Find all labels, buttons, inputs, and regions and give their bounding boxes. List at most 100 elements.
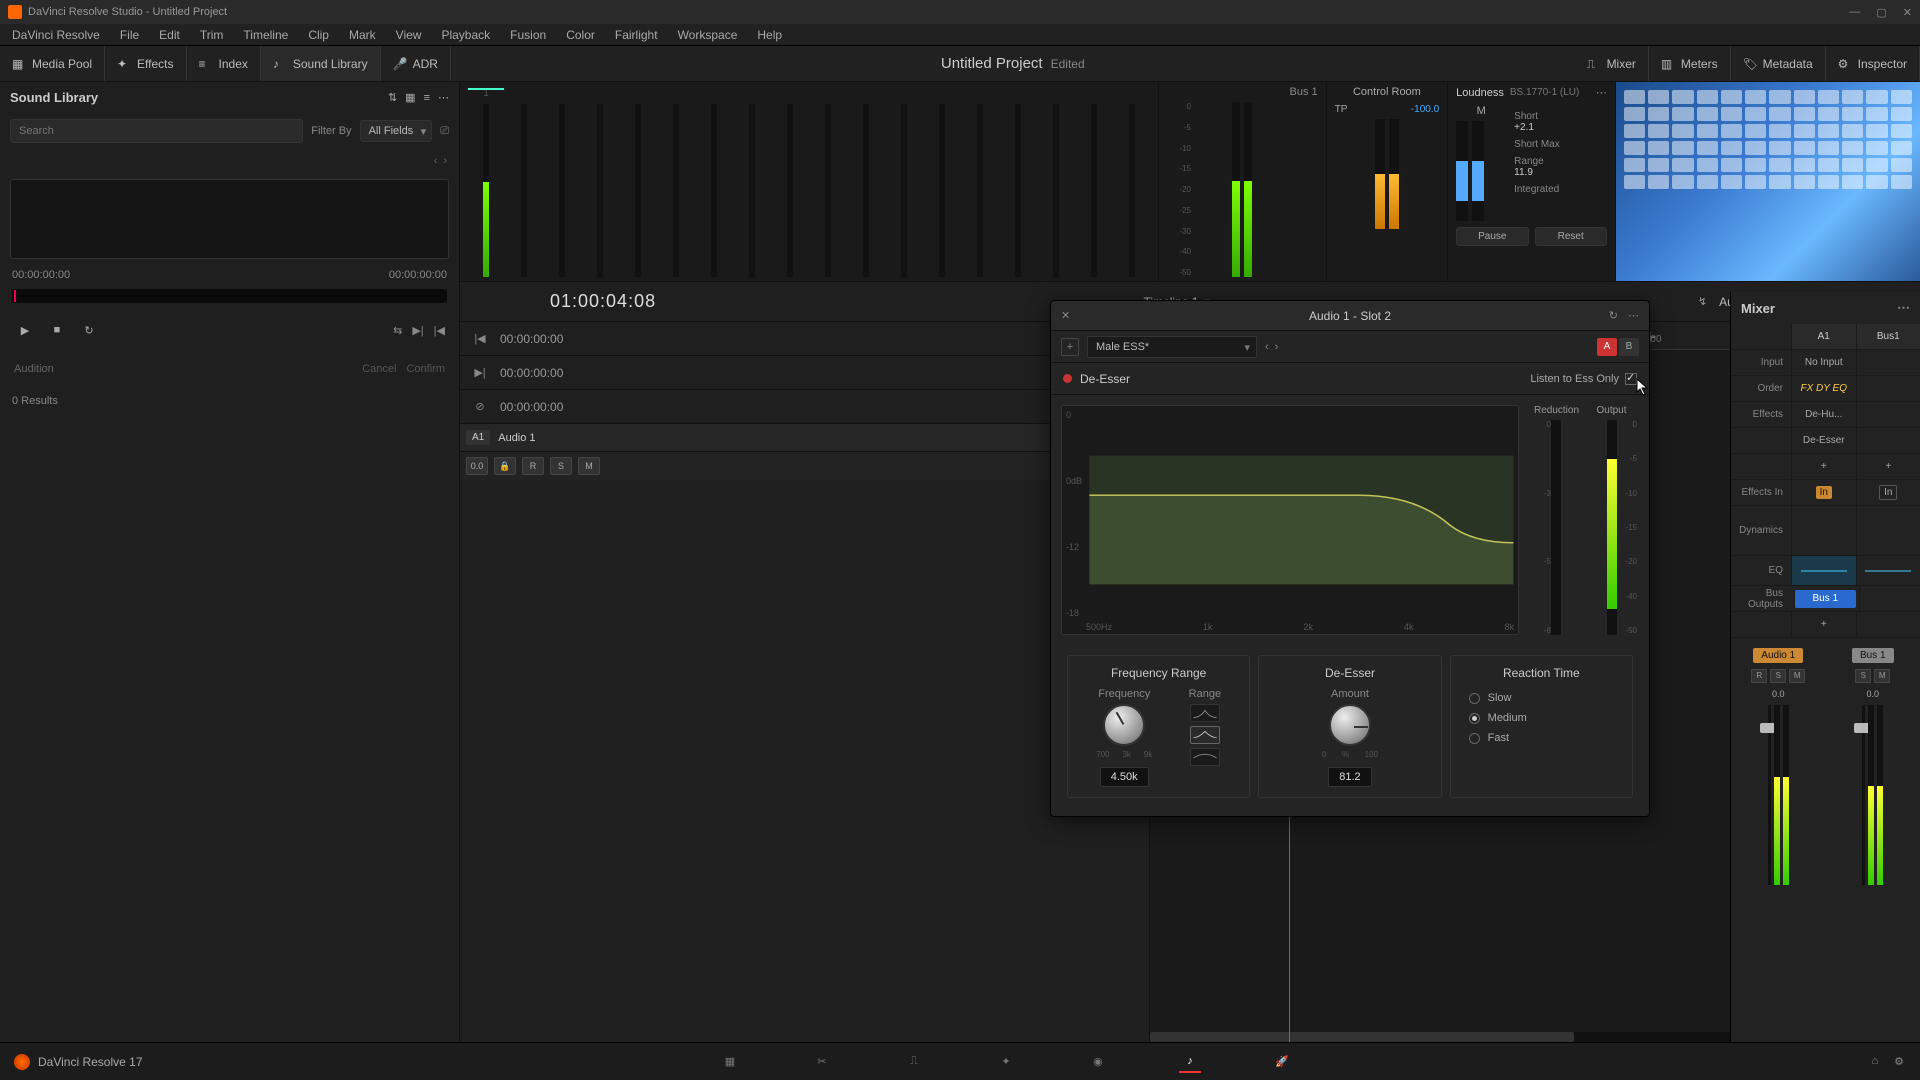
adr-button[interactable]: 🎤ADR [381,46,451,81]
menu-item[interactable]: Clip [308,28,329,42]
menu-item[interactable]: Trim [200,28,224,42]
minimize-button[interactable]: — [1849,6,1860,19]
menu-item[interactable]: Color [566,28,595,42]
frequency-value[interactable]: 4.50k [1100,767,1149,787]
mixer-more-icon[interactable]: ⋯ [1897,300,1910,316]
menu-item[interactable]: View [396,28,422,42]
menu-item[interactable]: Mark [349,28,376,42]
mixer-button[interactable]: ⎍Mixer [1575,46,1649,81]
reset-plugin-icon[interactable]: ↻ [1609,309,1618,322]
media-pool-button[interactable]: ▦Media Pool [0,46,105,81]
menu-item[interactable]: Help [757,28,782,42]
close-button[interactable]: ✕ [1903,6,1912,19]
reaction-medium-radio[interactable]: Medium [1469,712,1614,724]
pause-button[interactable]: Pause [1456,227,1528,246]
plugin-more-icon[interactable]: ⋯ [1628,309,1639,322]
prev-icon[interactable]: ‹ [434,155,438,167]
compare-b-button[interactable]: B [1619,338,1639,356]
add-preset-button[interactable]: + [1061,338,1079,356]
cut-page-icon[interactable]: ✂ [811,1051,833,1073]
grid-view-icon[interactable]: ▦ [405,91,415,104]
filter-field-dropdown[interactable]: All Fields [360,120,433,142]
project-settings-icon[interactable]: ⚙ [1894,1055,1904,1068]
record-button[interactable]: R [1751,669,1767,683]
jog-icon[interactable]: ⇆ [393,324,402,337]
frequency-knob[interactable] [1103,704,1145,746]
edit-page-icon[interactable]: ⎍ [903,1051,925,1073]
effects-in-toggle[interactable]: In [1791,480,1856,505]
menu-item[interactable]: Timeline [243,28,288,42]
metadata-button[interactable]: 🏷Metadata [1731,46,1826,81]
listen-ess-checkbox[interactable] [1625,373,1637,385]
preset-next-icon[interactable]: › [1275,341,1279,353]
search-input[interactable] [10,119,303,143]
fader[interactable] [1768,705,1771,885]
deliver-page-icon[interactable]: 🚀 [1271,1051,1293,1073]
timecode-display[interactable]: 01:00:04:08 [550,291,656,312]
dynamics-slot[interactable] [1791,506,1856,555]
cancel-button[interactable]: Cancel [362,363,396,375]
sort-icon[interactable]: ⇅ [388,91,397,104]
solo-button[interactable]: S [550,457,572,475]
loop-button[interactable]: ↻ [78,319,100,341]
list-view-icon[interactable]: ≡ [424,92,430,104]
plugin-power-button[interactable] [1063,374,1072,383]
reset-button[interactable]: Reset [1535,227,1607,246]
eq-graph[interactable]: 00dB-12-18 500Hz1k2k4k8k [1061,405,1519,635]
meters-button[interactable]: ▥Meters [1649,46,1731,81]
amount-knob[interactable] [1329,704,1371,746]
record-button[interactable]: R [522,457,544,475]
menu-item[interactable]: Workspace [678,28,738,42]
color-page-icon[interactable]: ◉ [1087,1051,1109,1073]
inspector-button[interactable]: ⚙Inspector [1826,46,1920,81]
confirm-button[interactable]: Confirm [406,363,445,375]
fader[interactable] [1862,705,1865,885]
menu-item[interactable]: Edit [159,28,180,42]
amount-value[interactable]: 81.2 [1328,767,1371,787]
menu-item[interactable]: Fusion [510,28,546,42]
reaction-slow-radio[interactable]: Slow [1469,692,1614,704]
maximize-button[interactable]: ▢ [1876,6,1886,19]
track-db[interactable]: 0.0 [466,457,488,475]
goto-start-icon[interactable]: |◀ [460,332,500,345]
more-icon[interactable]: ⋯ [1596,86,1607,99]
effects-in-toggle[interactable]: In [1856,480,1920,505]
effects-button[interactable]: ✦Effects [105,46,186,81]
menu-item[interactable]: DaVinci Resolve [12,28,100,42]
menu-item[interactable]: Playback [441,28,490,42]
automation-icon[interactable]: ↯ [1698,295,1707,308]
duration-icon[interactable]: ⊘ [460,400,500,413]
stop-button[interactable]: ■ [46,319,68,341]
plugin-close-button[interactable]: ✕ [1061,309,1070,322]
eq-slot[interactable] [1791,556,1856,585]
mute-button[interactable]: M [1789,669,1805,683]
add-effect-button[interactable]: + [1791,454,1856,479]
lock-icon[interactable]: 🔒 [494,457,516,475]
sound-library-button[interactable]: ♪Sound Library [261,46,381,81]
range-narrow-button[interactable] [1190,704,1220,722]
menu-item[interactable]: File [120,28,139,42]
preset-dropdown[interactable]: Male ESS* [1087,336,1257,358]
order-slot[interactable]: FX DY EQ [1791,376,1856,401]
plugin-window[interactable]: ✕ Audio 1 - Slot 2 ↻⋯ + Male ESS* ‹› A B… [1050,300,1650,817]
effect-slot[interactable]: De-Esser [1791,428,1856,453]
next-icon[interactable]: › [443,155,447,167]
filter-settings-icon[interactable]: ⎚ [440,125,449,138]
input-slot[interactable]: No Input [1791,350,1856,375]
reaction-fast-radio[interactable]: Fast [1469,732,1614,744]
fairlight-page-icon[interactable]: ♪ [1179,1051,1201,1073]
more-icon[interactable]: ⋯ [438,91,449,104]
skip-fwd-icon[interactable]: ▶| [412,324,423,337]
index-button[interactable]: ≡Index [187,46,261,81]
range-medium-button[interactable] [1190,726,1220,744]
bus-output[interactable]: Bus 1 [1794,590,1856,608]
menu-item[interactable]: Fairlight [615,28,658,42]
preset-prev-icon[interactable]: ‹ [1265,341,1269,353]
range-wide-button[interactable] [1190,748,1220,766]
play-button[interactable]: ▶ [14,319,36,341]
solo-button[interactable]: S [1770,669,1786,683]
compare-a-button[interactable]: A [1597,338,1617,356]
media-page-icon[interactable]: ▦ [719,1051,741,1073]
skip-back-icon[interactable]: |◀ [434,324,445,337]
goto-out-icon[interactable]: ▶| [460,366,500,379]
